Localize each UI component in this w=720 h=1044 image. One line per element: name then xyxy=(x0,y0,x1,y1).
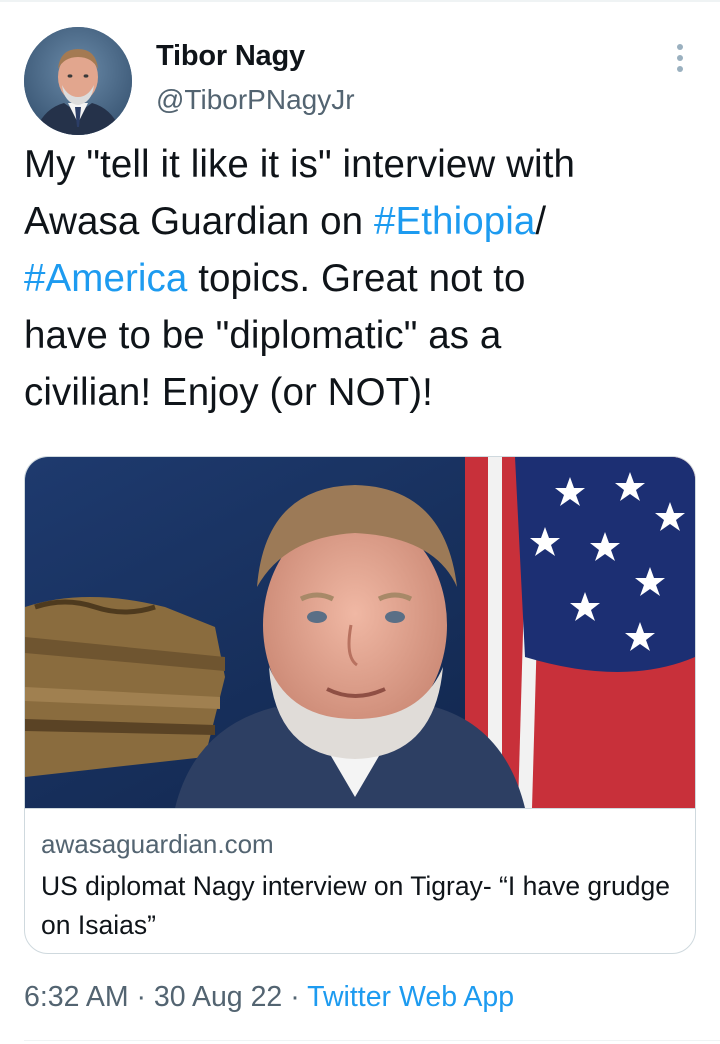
tweet-text: My "tell it like it is" interview with Aw… xyxy=(24,136,704,421)
tweet-time[interactable]: 6:32 AM xyxy=(24,981,129,1013)
tweet-date[interactable]: 30 Aug 22 xyxy=(154,981,282,1013)
more-dot xyxy=(677,55,683,61)
link-card-image[interactable] xyxy=(25,457,695,808)
more-dot xyxy=(677,44,683,50)
tweet-text-line: #America topics. Great not to xyxy=(24,250,704,307)
hashtag-link[interactable]: #America xyxy=(24,257,187,300)
author-handle[interactable]: @TiborPNagyJr xyxy=(156,84,355,116)
tweet-text-segment: / xyxy=(535,200,547,243)
card-divider xyxy=(25,808,695,809)
tweet-text-line: My "tell it like it is" interview with xyxy=(24,136,704,193)
tweet-text-line: Awasa Guardian on #Ethiopia/ xyxy=(24,193,704,250)
tweet-text-segment: My "tell it like it is" interview with xyxy=(24,143,575,186)
tweet-meta: 6:32 AM · 30 Aug 22 · Twitter Web App xyxy=(24,981,514,1014)
bottom-divider xyxy=(24,1040,720,1041)
top-divider xyxy=(0,0,720,2)
meta-separator: · xyxy=(128,981,154,1013)
more-dot xyxy=(677,66,683,72)
meta-separator: · xyxy=(282,981,308,1013)
link-card[interactable]: awasaguardian.com US diplomat Nagy inter… xyxy=(24,456,696,954)
hashtag-link[interactable]: #Ethiopia xyxy=(374,200,535,243)
link-card-title: US diplomat Nagy interview on Tigray- “I… xyxy=(41,871,670,940)
tweet-text-segment: civilian! Enjoy (or NOT)! xyxy=(24,371,433,414)
tweet-text-segment: have to be "diplomatic" as a xyxy=(24,314,502,357)
author-avatar[interactable] xyxy=(24,27,132,135)
link-card-domain: awasaguardian.com xyxy=(41,829,274,859)
tweet-text-line: civilian! Enjoy (or NOT)! xyxy=(24,364,704,421)
author-name[interactable]: Tibor Nagy xyxy=(156,40,305,73)
tweet-text-line: have to be "diplomatic" as a xyxy=(24,307,704,364)
tweet-text-segment: topics. Great not to xyxy=(187,257,526,300)
tweet-source[interactable]: Twitter Web App xyxy=(307,981,514,1013)
more-vertical-icon[interactable] xyxy=(660,38,700,78)
tweet-text-segment: Awasa Guardian on xyxy=(24,200,374,243)
